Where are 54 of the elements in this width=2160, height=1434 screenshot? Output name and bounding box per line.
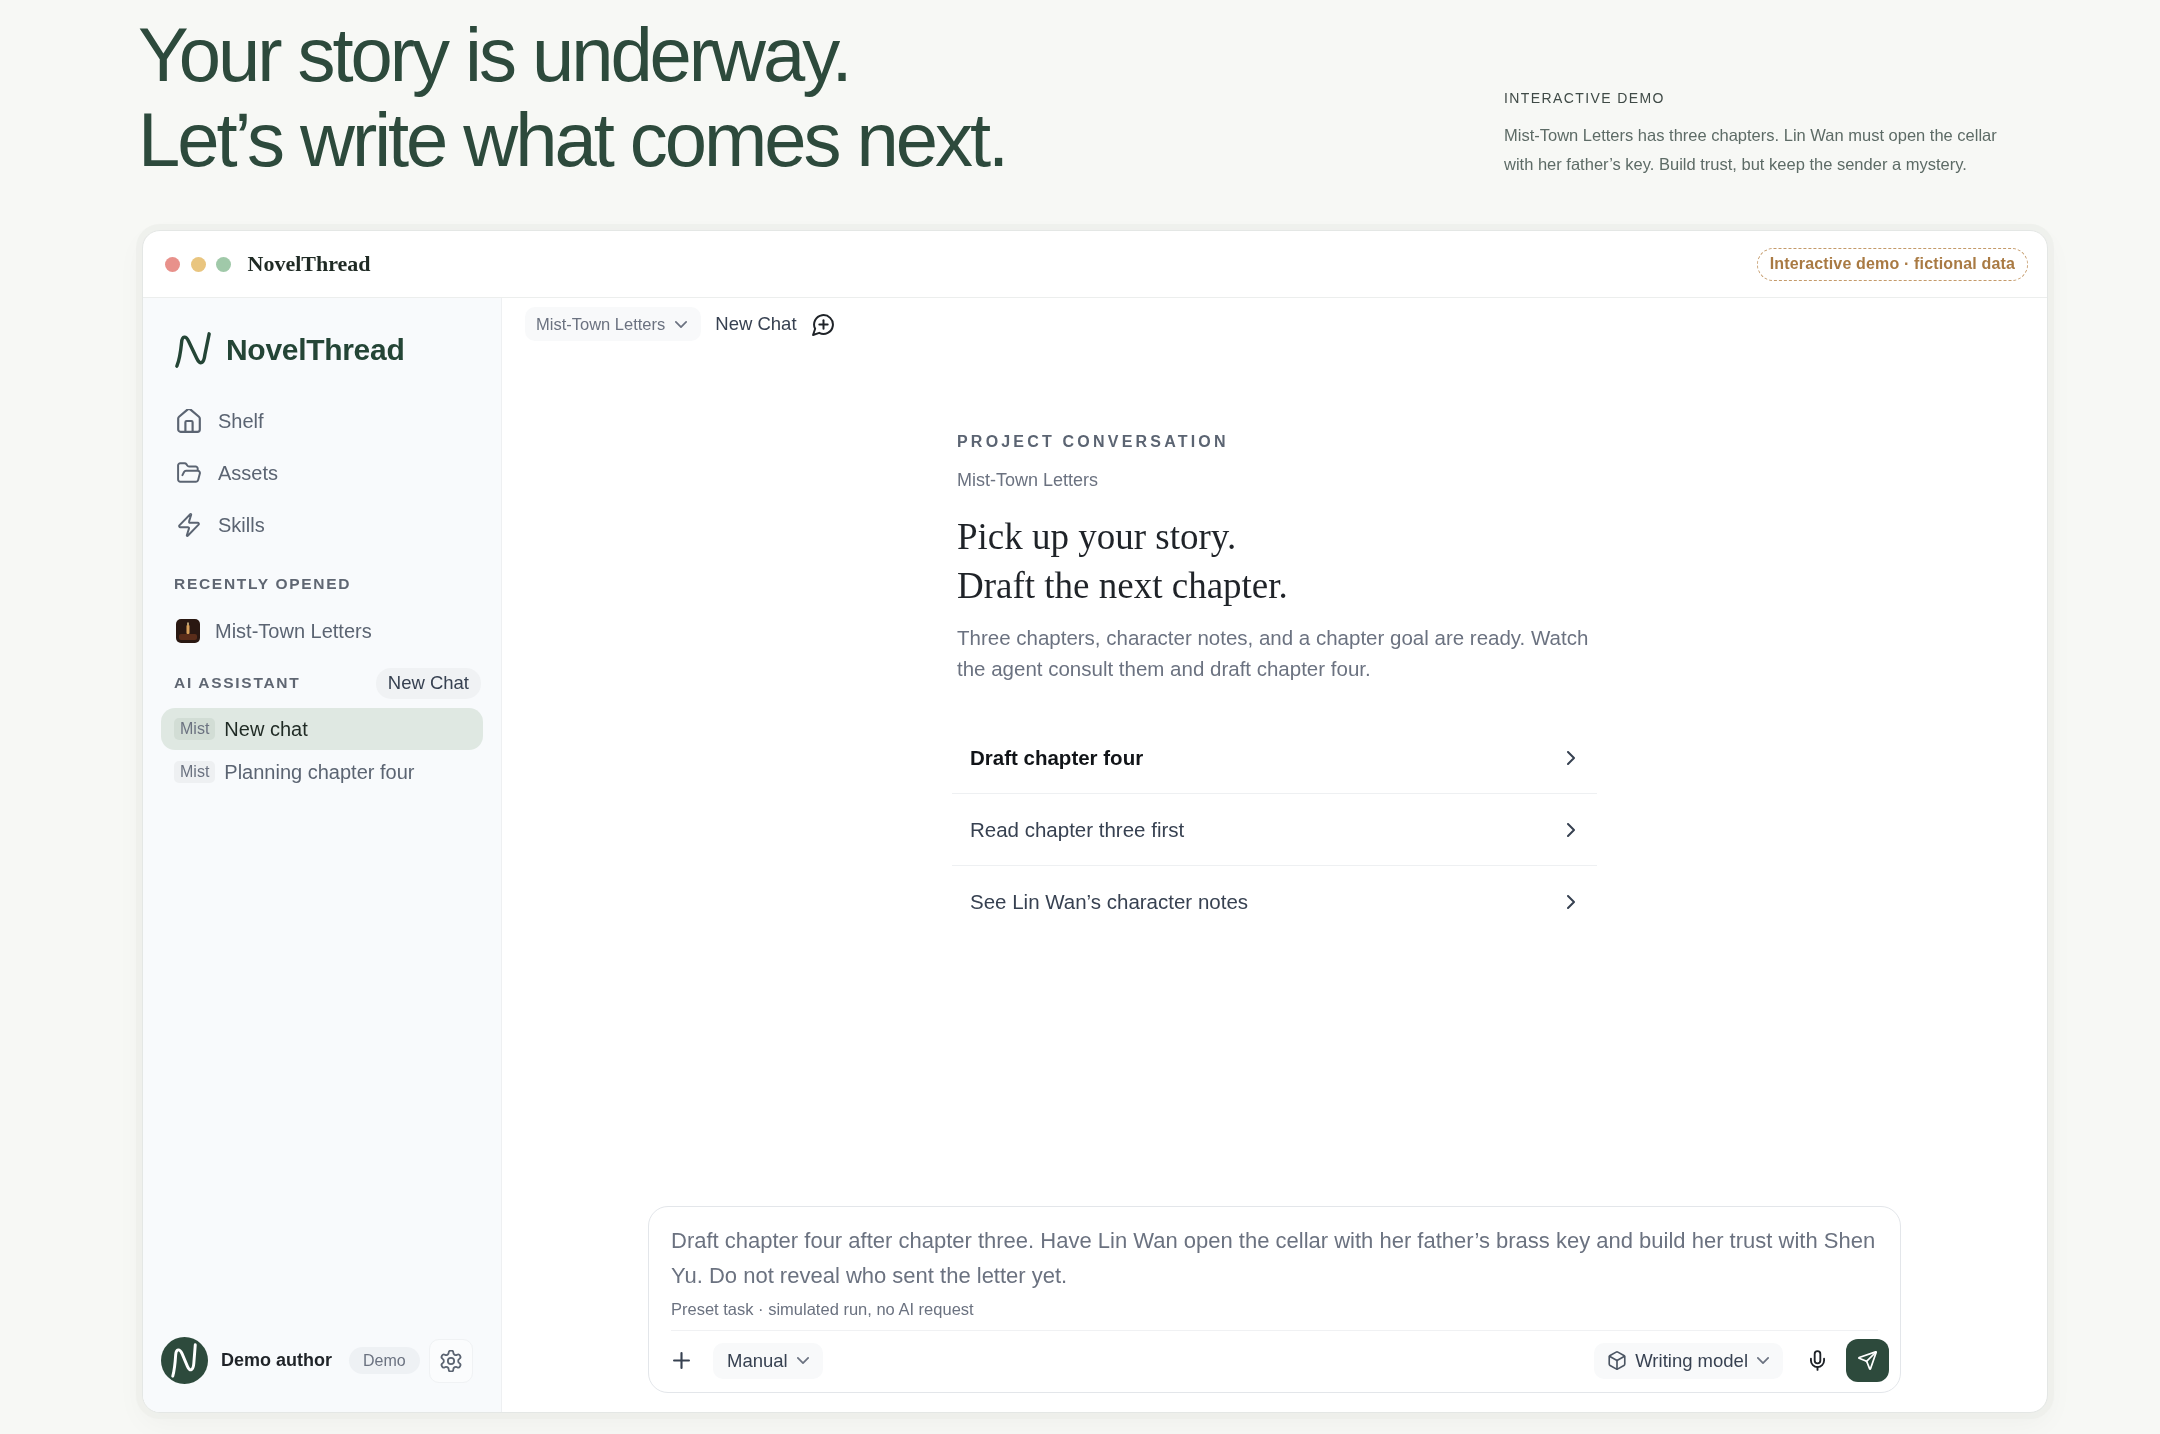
lightning-icon [177,513,201,537]
logo-icon [174,331,212,369]
brand-name: NovelThread [226,333,405,367]
chat-item[interactable]: Mist New chat [161,708,483,750]
nav-item[interactable]: Skills [161,499,483,551]
chevron-right-icon [1567,750,1575,765]
conversation-eyebrow: PROJECT CONVERSATION [956,432,1230,452]
demo-description: Mist-Town Letters has three chapters. Lin Wan must open the cellar with her father’s key. Build trust, but keep the sender a mystery. [1504,125,1998,175]
chevron-down-icon [675,320,688,328]
settings-icon [439,1349,462,1372]
section-heading: AI ASSISTANT [173,673,301,693]
send-icon [1858,1351,1877,1370]
settings-button[interactable] [428,1338,473,1383]
home-icon [177,409,201,433]
suggestion-item[interactable]: See Lin Wan’s character notes [952,866,1597,938]
project-tag: Mist [174,718,216,740]
demo-eyebrow: INTERACTIVE DEMO [1504,89,1666,108]
zoom-dot-icon[interactable] [216,256,231,272]
plus-icon [672,1352,690,1369]
chevron-down-icon [796,1357,809,1364]
project-tag: Mist [174,761,216,783]
window-title: NovelThread [247,251,371,277]
section-heading: RECENTLY OPENED [173,574,353,594]
recent-project-item[interactable]: Mist-Town Letters [161,609,483,653]
conversation-heading: Pick up your story. Draft the next chapter. [956,515,1289,608]
hero-title: Your story is underway. Let’s write what comes next. [138,12,1007,182]
chat-item[interactable]: Mist Planning chapter four [161,751,483,793]
mode-dropdown[interactable]: Manual [713,1342,823,1379]
book-cover-icon [176,619,200,643]
conversation-intro: Three chapters, character notes, and a chapter goal are ready. Watch the agent consult them and draft chapter four. [956,625,1590,682]
project-dropdown[interactable]: Mist-Town Letters [525,307,702,341]
nav-item[interactable]: Assets [161,447,483,499]
chat-plus-icon [811,312,835,336]
chevron-right-icon [1567,895,1575,909]
microphone-icon [1809,1350,1825,1371]
new-chat-button[interactable]: New Chat [375,667,481,699]
send-button[interactable] [1846,1339,1889,1382]
suggestion-item[interactable]: Read chapter three first [952,794,1597,866]
user-badge: Demo [349,1347,420,1374]
suggestion-item[interactable]: Draft chapter four [952,722,1597,794]
model-dropdown[interactable]: Writing model [1594,1342,1783,1379]
chevron-right-icon [1567,822,1575,837]
composer-note: Preset task · simulated run, no AI request [670,1299,975,1320]
chevron-down-icon [1757,1357,1769,1364]
project-name: Mist-Town Letters [956,469,1100,491]
chat-title: New Chat [715,312,797,336]
close-dot-icon[interactable] [165,256,180,272]
folder-icon [177,461,201,485]
user-name: Demo author [221,1350,332,1371]
avatar-logo-icon [161,1337,208,1384]
prompt-field[interactable]: Draft chapter four after chapter three. Have Lin Wan open the cellar with her father’s brass key and build her trust with Shen Yu. Do not reveal who sent the letter yet. [649,1207,1900,1293]
nav-item[interactable]: Shelf [161,395,483,447]
cube-icon [1608,1351,1627,1370]
minimize-dot-icon[interactable] [190,256,206,272]
